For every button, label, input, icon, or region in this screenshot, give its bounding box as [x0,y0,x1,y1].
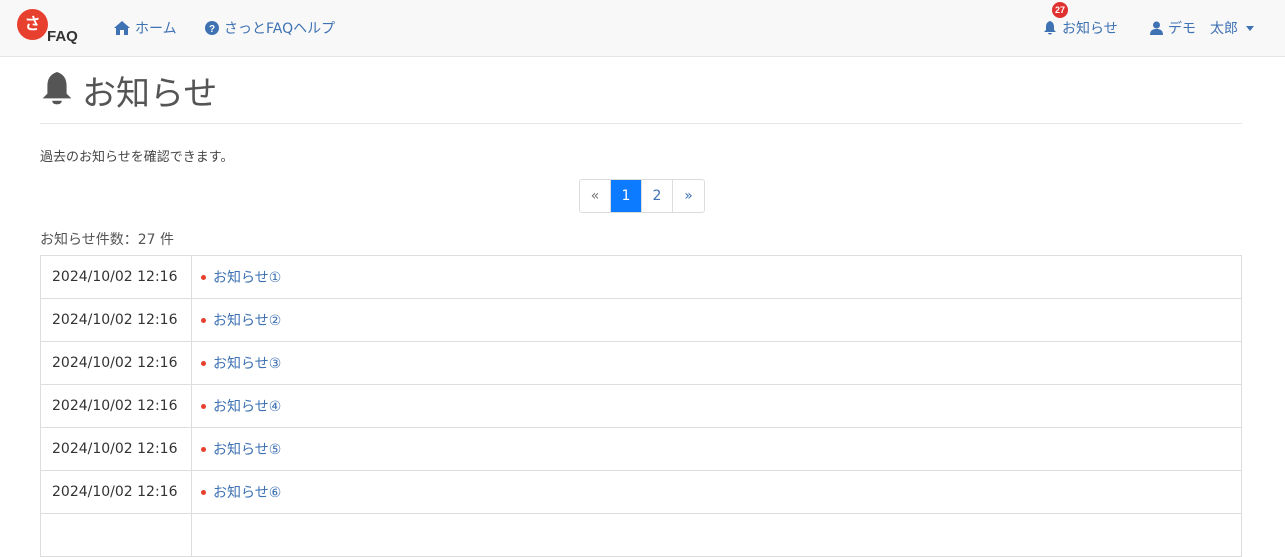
logo-text: FAQ [47,28,78,45]
notice-date: 2024/10/02 12:16 [41,428,192,470]
top-navbar: さ FAQ ホーム ? さっとFAQヘルプ お知らせ 27 デモ 太郎 [0,0,1285,57]
title-divider [40,123,1242,124]
notice-link[interactable]: お知らせ⑤ [213,439,281,459]
notice-link[interactable]: お知らせ③ [213,353,281,373]
table-row: 2024/10/02 12:16 お知らせ② [40,299,1242,342]
notice-link[interactable]: お知らせ④ [213,396,281,416]
nav-notice-label: お知らせ [1062,21,1118,37]
notice-count: お知らせ件数：27 件 [40,232,174,248]
bullet-dot-icon [201,446,206,452]
table-row: 2024/10/02 12:16 お知らせ① [40,256,1242,299]
table-row [40,514,1242,557]
logo-mark: さ [17,9,48,40]
page-title-text: お知らせ [82,73,218,114]
bullet-dot-icon [201,403,206,409]
bell-icon [42,72,72,105]
notice-title-cell: お知らせ① [192,256,1241,298]
pagination-page-2[interactable]: 2 [642,180,673,212]
notice-link[interactable]: お知らせ① [213,267,281,287]
notice-table: 2024/10/02 12:16 お知らせ① 2024/10/02 12:16 … [40,255,1242,557]
notice-date: 2024/10/02 12:16 [41,471,192,513]
svg-text:?: ? [209,24,215,35]
table-row: 2024/10/02 12:16 お知らせ③ [40,342,1242,385]
page-title: お知らせ [40,68,218,114]
table-row: 2024/10/02 12:16 お知らせ④ [40,385,1242,428]
user-menu-dropdown[interactable]: デモ 太郎 [1150,18,1254,38]
chevron-down-icon [1246,25,1254,31]
notice-title-cell [192,514,1241,556]
bell-icon [1044,20,1056,34]
nav-help-link[interactable]: ? さっとFAQヘルプ [205,18,335,38]
pagination-page-1[interactable]: 1 [611,180,642,212]
nav-notice-link[interactable]: お知らせ [1043,18,1118,38]
logo[interactable]: さ FAQ [17,9,81,47]
nav-help-label: さっとFAQヘルプ [224,21,336,37]
notice-link[interactable]: お知らせ② [213,310,281,330]
notice-date [41,514,192,556]
pagination-prev[interactable]: « [580,180,611,212]
nav-home-label: ホーム [135,21,177,37]
notice-date: 2024/10/02 12:16 [41,256,192,298]
home-icon [114,21,130,35]
nav-home-link[interactable]: ホーム [114,18,177,38]
table-row: 2024/10/02 12:16 お知らせ⑤ [40,428,1242,471]
notice-title-cell: お知らせ② [192,299,1241,341]
notice-title-cell: お知らせ⑤ [192,428,1241,470]
table-row: 2024/10/02 12:16 お知らせ⑥ [40,471,1242,514]
user-icon [1150,21,1163,35]
notice-title-cell: お知らせ④ [192,385,1241,427]
notice-date: 2024/10/02 12:16 [41,342,192,384]
notice-count-badge: 27 [1052,2,1068,18]
bullet-dot-icon [201,317,206,323]
notice-date: 2024/10/02 12:16 [41,299,192,341]
notice-date: 2024/10/02 12:16 [41,385,192,427]
question-circle-icon: ? [205,21,219,35]
bullet-dot-icon [201,360,206,366]
notice-link[interactable]: お知らせ⑥ [213,482,281,502]
pagination-next[interactable]: » [673,180,704,212]
notice-title-cell: お知らせ③ [192,342,1241,384]
bullet-dot-icon [201,489,206,495]
bullet-dot-icon [201,274,206,280]
pagination: « 1 2 » [579,179,705,213]
user-name-label: デモ 太郎 [1168,21,1238,37]
notice-title-cell: お知らせ⑥ [192,471,1241,513]
page-description: 過去のお知らせを確認できます。 [40,150,234,165]
